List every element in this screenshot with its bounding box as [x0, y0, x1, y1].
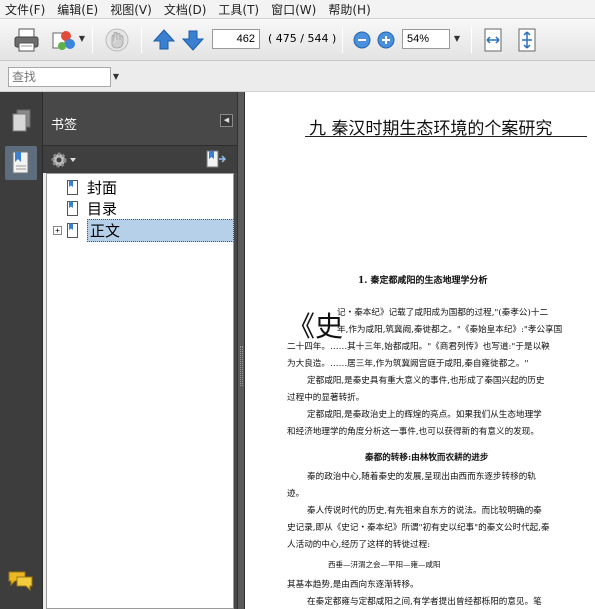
body-line: 其基本趋势,是由西向东逐渐转移。	[287, 580, 419, 590]
menu-window[interactable]: 窗口(W)	[271, 1, 316, 18]
bookmarks-panel-title: 书签	[51, 118, 78, 133]
body-line: 秦的政治中心,随着秦史的发展,呈现出由西而东逐步转移的轨	[307, 472, 536, 482]
toolbar-separator	[342, 27, 343, 53]
body-line: 定都咸阳,是秦史具有重大意义的事件,也形成了秦国兴起的历史	[307, 376, 545, 386]
drop-cap: 《史	[287, 310, 344, 343]
fit-width-icon[interactable]	[481, 27, 505, 53]
toolbar-separator	[471, 27, 472, 53]
bookmark-label: 封面	[87, 178, 118, 197]
document-view[interactable]: 九 秦汉时期生态环境的个案研究 1. 秦定都咸阳的生态地理学分析 《史 记・秦本…	[245, 92, 595, 609]
zoom-input[interactable]	[402, 29, 450, 49]
zoom-out-icon[interactable]	[352, 30, 372, 50]
body-line: 史记录,即从《史记・秦本纪》所谓"初有史以纪事"的秦文公时代起,秦	[287, 523, 550, 533]
menu-view[interactable]: 视图(V)	[110, 1, 152, 18]
body-line: 为大良造。……居三年,作为筑冀阙宫庭于咸阳,秦自雍徙都之。"	[287, 359, 529, 369]
bookmark-expand-icon[interactable]	[205, 149, 227, 169]
toolbar-separator	[141, 27, 142, 53]
bookmarks-toolbar	[43, 146, 237, 173]
zoom-dropdown-icon[interactable]: ▼	[451, 29, 463, 49]
find-dropdown-icon[interactable]: ▼	[110, 67, 122, 87]
bookmarks-tree: 封面 目录 + 正文	[46, 173, 234, 609]
bookmarks-icon[interactable]	[5, 146, 37, 180]
body-line: 过程中的显著转折。	[287, 393, 365, 403]
comment-icon[interactable]	[5, 566, 37, 600]
body-line: 记・秦本纪》记载了咸阳成为国都的过程,"(秦孝公)十二	[337, 308, 549, 318]
chapter-title-rule	[305, 136, 587, 137]
bookmarks-panel-header: 书签 ◀	[43, 92, 237, 146]
menu-tools[interactable]: 工具(T)	[218, 1, 259, 18]
body-line: 定都咸阳,是秦政治史上的辉煌的亮点。如果我们从生态地理学	[307, 410, 542, 420]
bookmark-item-body[interactable]: + 正文	[53, 218, 234, 242]
bookmark-icon	[67, 200, 78, 216]
share-dropdown-icon[interactable]: ▼	[76, 29, 88, 49]
migration-route: 西垂—汧渭之会—平阳—雍—咸阳	[328, 560, 441, 569]
prev-page-icon[interactable]	[152, 28, 176, 52]
pages-icon[interactable]	[5, 106, 37, 140]
gear-icon[interactable]	[49, 150, 77, 170]
body-line: 秦人传说时代的历史,有先祖来自东方的说法。而比较明确的秦	[307, 506, 542, 516]
fit-page-icon[interactable]	[515, 27, 539, 53]
body-line: 和经济地理学的角度分析这一事件,也可以获得新的有意义的发现。	[287, 427, 539, 437]
splitter-grip[interactable]	[240, 346, 243, 386]
find-input[interactable]	[8, 67, 111, 87]
body-line: 在秦定都雍与定都咸阳之间,有学者提出曾经都栎阳的意见。笔	[307, 597, 542, 607]
bookmark-item-cover[interactable]: 封面	[67, 178, 118, 197]
zoom-in-icon[interactable]	[376, 30, 396, 50]
page-number-input[interactable]	[212, 29, 260, 49]
collapse-panel-button[interactable]: ◀	[220, 114, 233, 127]
find-toolbar: ▼	[0, 61, 595, 92]
printer-icon[interactable]	[13, 27, 41, 53]
share-icon[interactable]	[50, 27, 76, 53]
hand-icon[interactable]	[104, 27, 130, 53]
menu-help[interactable]: 帮助(H)	[328, 1, 370, 18]
menu-file[interactable]: 文件(F)	[5, 1, 45, 18]
body-line: 年,作为咸阳,筑冀阙,秦徙都之。"《秦始皇本纪》:"孝公享国	[337, 325, 563, 335]
next-page-icon[interactable]	[181, 28, 205, 52]
body-line: 人活动的中心,经历了这样的转徙过程:	[287, 540, 431, 550]
bookmark-label: 正文	[87, 218, 234, 242]
subheading: 秦都的转移:由林牧而农耕的进步	[365, 453, 489, 463]
main-toolbar: ▼ ( 475 / 544 ) ▼	[0, 19, 595, 61]
menu-bar: 文件(F) 编辑(E) 视图(V) 文档(D) 工具(T) 窗口(W) 帮助(H…	[0, 0, 595, 19]
panel-splitter[interactable]	[237, 92, 245, 609]
tree-expand-toggle[interactable]: +	[53, 225, 62, 235]
body-line: 二十四年。……其十三年,始都咸阳。"《商君列传》也写道:"于是以鞅	[287, 342, 550, 352]
page-count-label: ( 475 / 544 )	[268, 32, 337, 45]
body-line: 迹。	[287, 489, 305, 499]
bookmark-label: 目录	[87, 199, 118, 218]
navigation-pane-strip	[0, 92, 43, 609]
section-heading: 1. 秦定都咸阳的生态地理学分析	[358, 276, 488, 286]
menu-edit[interactable]: 编辑(E)	[57, 1, 98, 18]
toolbar-separator	[92, 27, 93, 53]
bookmark-icon	[67, 222, 78, 238]
menu-document[interactable]: 文档(D)	[164, 1, 207, 18]
bookmark-item-contents[interactable]: 目录	[67, 199, 118, 218]
bookmark-icon	[67, 179, 78, 195]
